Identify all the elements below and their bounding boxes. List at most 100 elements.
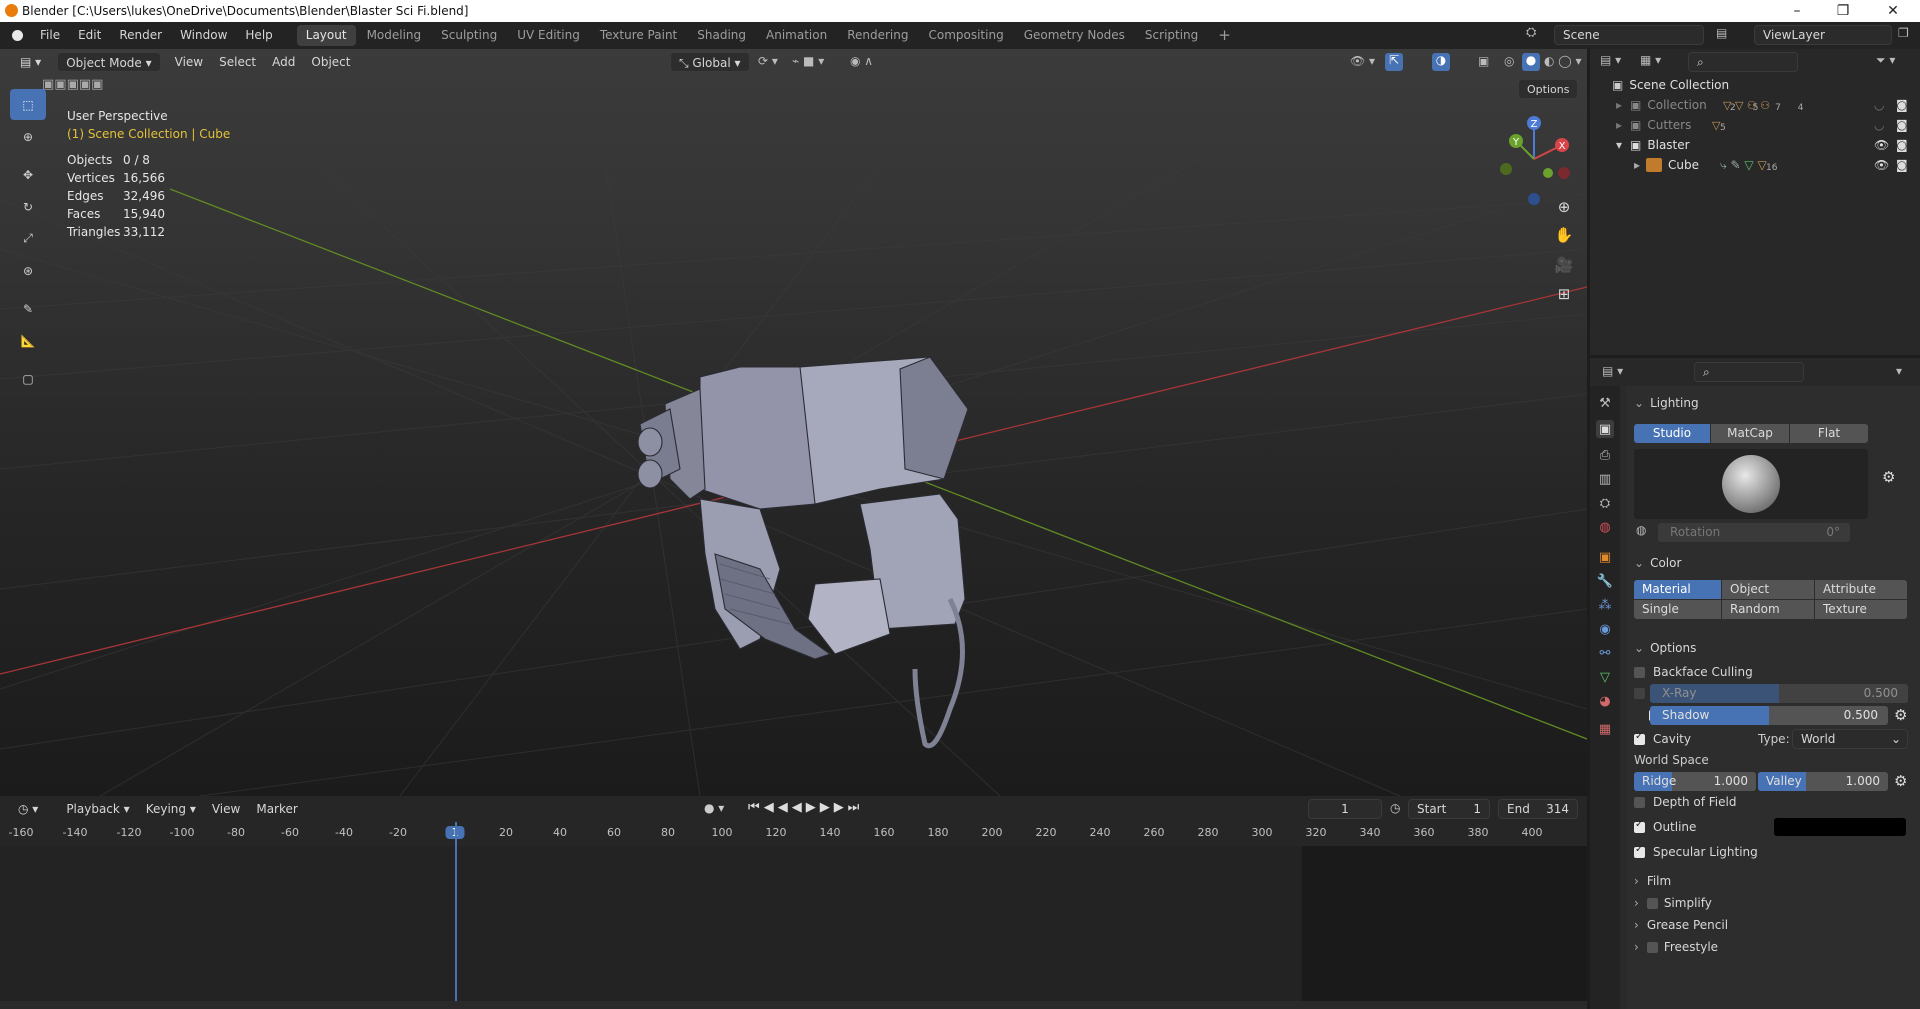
outliner[interactable]: ▤ ▾ ▦ ▾ ⌕ ⏷ ▾ ▣ Scene Collection ▸ ▣ Col… — [1590, 49, 1920, 355]
valley-slider[interactable]: Valley 1.000 — [1758, 772, 1888, 791]
scene-field[interactable]: Scene — [1554, 25, 1704, 45]
expand-arrow-icon[interactable]: ▸ — [1616, 98, 1622, 112]
lighting-studio-button[interactable]: Studio — [1634, 424, 1710, 443]
menu-file[interactable]: File — [31, 22, 69, 49]
expand-arrow-icon[interactable]: ▸ — [1616, 118, 1622, 132]
rotate-tool[interactable]: ↻ — [10, 191, 46, 222]
menu-select[interactable]: Select — [211, 52, 264, 72]
color-random-button[interactable]: Random — [1722, 600, 1814, 619]
select-box-tool[interactable]: ⬚ — [10, 89, 46, 120]
xray-checkbox[interactable] — [1634, 688, 1645, 699]
minimize-icon[interactable]: – — [1774, 0, 1820, 22]
tab-texture-paint[interactable]: Texture Paint — [591, 25, 686, 46]
menu-window[interactable]: Window — [171, 22, 236, 49]
collapse-arrow-icon[interactable]: ▾ — [1616, 138, 1622, 152]
cursor-tool[interactable]: ⊕ — [10, 121, 46, 152]
color-texture-button[interactable]: Texture — [1815, 600, 1907, 619]
3d-viewport[interactable]: ▤ ▾ Object Mode ▾ View Select Add Object… — [0, 49, 1587, 796]
texture-tab-icon[interactable]: ▦ — [1596, 720, 1614, 738]
camera-icon[interactable]: ◙ — [1896, 98, 1908, 112]
specular-row[interactable]: Specular Lighting — [1634, 842, 1758, 862]
options-section-header[interactable]: ⌄ Options — [1626, 637, 1910, 659]
pan-hand-icon[interactable]: ✋ — [1551, 222, 1577, 248]
grease-pencil-section-header[interactable]: › Grease Pencil — [1626, 914, 1910, 936]
cavity-type-dropdown[interactable]: World ⌄ — [1792, 729, 1908, 749]
color-single-button[interactable]: Single — [1634, 600, 1721, 619]
tab-animation[interactable]: Animation — [757, 25, 836, 46]
measure-tool[interactable]: 📐 — [10, 325, 46, 356]
physics-tab-icon[interactable]: ◉ — [1596, 620, 1614, 638]
tab-scripting[interactable]: Scripting — [1136, 25, 1207, 46]
selection-mode-icons[interactable]: ▣▣▣▣▣ — [42, 77, 103, 92]
view-layer-icon[interactable]: ▤ — [1716, 26, 1727, 40]
tab-rendering[interactable]: Rendering — [838, 25, 917, 46]
color-material-button[interactable]: Material — [1634, 580, 1721, 599]
frame-ruler[interactable]: -160 -140 -120 -100 -80 -60 -40 -20 120 40 60 80 100… — [0, 822, 1587, 846]
solid-shading-icon[interactable]: ● — [1522, 53, 1540, 71]
lighting-flat-button[interactable]: Flat — [1790, 424, 1868, 443]
gear-icon[interactable]: ⚙ — [1894, 706, 1907, 724]
pivot-icon[interactable]: ⟳ ▾ — [758, 54, 778, 68]
camera-icon[interactable]: ◙ — [1896, 158, 1908, 172]
tab-layout[interactable]: Layout — [296, 25, 356, 46]
orientation-selector[interactable]: ⤡ Global ▾ — [670, 52, 750, 72]
film-section-header[interactable]: › Film — [1626, 870, 1910, 892]
properties-editor-type-icon[interactable]: ▤ ▾ — [1602, 364, 1623, 378]
editor-type-icon[interactable]: ▤ ▾ — [12, 52, 49, 72]
data-tab-icon[interactable]: ▽ — [1596, 668, 1614, 686]
properties-options-icon[interactable]: ▾ — [1896, 364, 1902, 378]
camera-icon[interactable]: ◙ — [1896, 138, 1908, 152]
xray-slider[interactable]: X-Ray 0.500 — [1650, 684, 1908, 703]
outliner-root[interactable]: ▣ Scene Collection — [1590, 75, 1920, 95]
specular-lighting-checkbox[interactable] — [1634, 844, 1645, 858]
current-frame-field[interactable]: 1 — [1308, 799, 1382, 819]
camera-view-icon[interactable]: 🎥 — [1551, 252, 1577, 278]
outliner-item[interactable]: ▸ ▣ Cutters ▽ 5 ◡ ◙ — [1590, 115, 1920, 135]
tab-modeling[interactable]: Modeling — [358, 25, 431, 46]
rotation-slider[interactable]: Rotation 0° — [1658, 523, 1850, 542]
maximize-icon[interactable]: ❐ — [1820, 0, 1866, 22]
new-view-layer-icon[interactable]: ❐ — [1898, 26, 1909, 40]
world-tab-icon[interactable]: ◍ — [1596, 518, 1614, 536]
overlays-toggle-icon[interactable]: ◑ — [1432, 53, 1450, 71]
playhead[interactable] — [455, 822, 457, 1001]
outliner-item[interactable]: ▸ Cube ⤷ ✎ ▽ ▽ 16 👁 ◙ — [1590, 155, 1920, 175]
eye-hidden-icon[interactable]: ◡ — [1874, 98, 1884, 112]
eye-icon[interactable]: 👁 — [1874, 138, 1889, 152]
outliner-item[interactable]: ▸ ▣ Collection ▽ ▽ ⚇ ⚇ 2 5 7 4 ◡ ◙ — [1590, 95, 1920, 115]
lighting-matcap-button[interactable]: MatCap — [1711, 424, 1789, 443]
snap-icon[interactable]: ⌁ ■ ▾ — [792, 54, 824, 68]
view-layer-tab-icon[interactable]: ▥ — [1596, 470, 1614, 488]
outline-color-swatch[interactable] — [1774, 818, 1906, 836]
xray-toggle-icon[interactable]: ▣ — [1478, 54, 1489, 68]
navigation-gizmo[interactable]: Z X Y — [1492, 111, 1576, 207]
transform-tool[interactable]: ⊛ — [10, 255, 46, 286]
object-tab-icon[interactable]: ▣ — [1596, 548, 1614, 566]
output-tab-icon[interactable]: ⎙ — [1596, 446, 1614, 464]
ridge-slider[interactable]: Ridge 1.000 — [1634, 772, 1756, 791]
modifier-tab-icon[interactable]: 🔧 — [1596, 572, 1614, 590]
visibility-icon[interactable]: 👁 ▾ — [1350, 54, 1375, 68]
constraints-tab-icon[interactable]: ⚯ — [1596, 644, 1614, 662]
tool-tab-icon[interactable]: ⚒ — [1596, 394, 1614, 412]
menu-timeline-view[interactable]: View — [204, 799, 248, 819]
move-tool[interactable]: ✥ — [10, 159, 46, 190]
close-icon[interactable]: ✕ — [1870, 0, 1916, 22]
zoom-icon[interactable]: ⊕ — [1551, 194, 1577, 220]
outline-checkbox[interactable] — [1634, 819, 1645, 833]
options-button[interactable]: Options — [1518, 79, 1579, 99]
menu-playback[interactable]: Playback ▾ — [58, 799, 137, 819]
record-icon[interactable]: ● ▾ — [704, 801, 724, 815]
proportional-edit-icon[interactable]: ◉ ∧ — [850, 54, 873, 68]
backface-culling-checkbox[interactable] — [1634, 666, 1645, 678]
scene-tab-icon[interactable]: ⛭ — [1596, 494, 1614, 512]
add-workspace-icon[interactable]: + — [1209, 25, 1240, 46]
preview-range-icon[interactable]: ◷ — [1390, 801, 1400, 815]
world-space-lighting-icon[interactable]: ◍ — [1636, 523, 1646, 537]
menu-keying[interactable]: Keying ▾ — [138, 799, 204, 819]
timeline-scrollbar[interactable] — [0, 1001, 1587, 1009]
gizmo-toggle-icon[interactable]: ⇱ — [1385, 53, 1403, 71]
timeline-area[interactable] — [0, 822, 1587, 1001]
start-frame-field[interactable]: Start 1 — [1408, 799, 1490, 819]
lighting-section-header[interactable]: ⌄ Lighting — [1626, 392, 1910, 414]
